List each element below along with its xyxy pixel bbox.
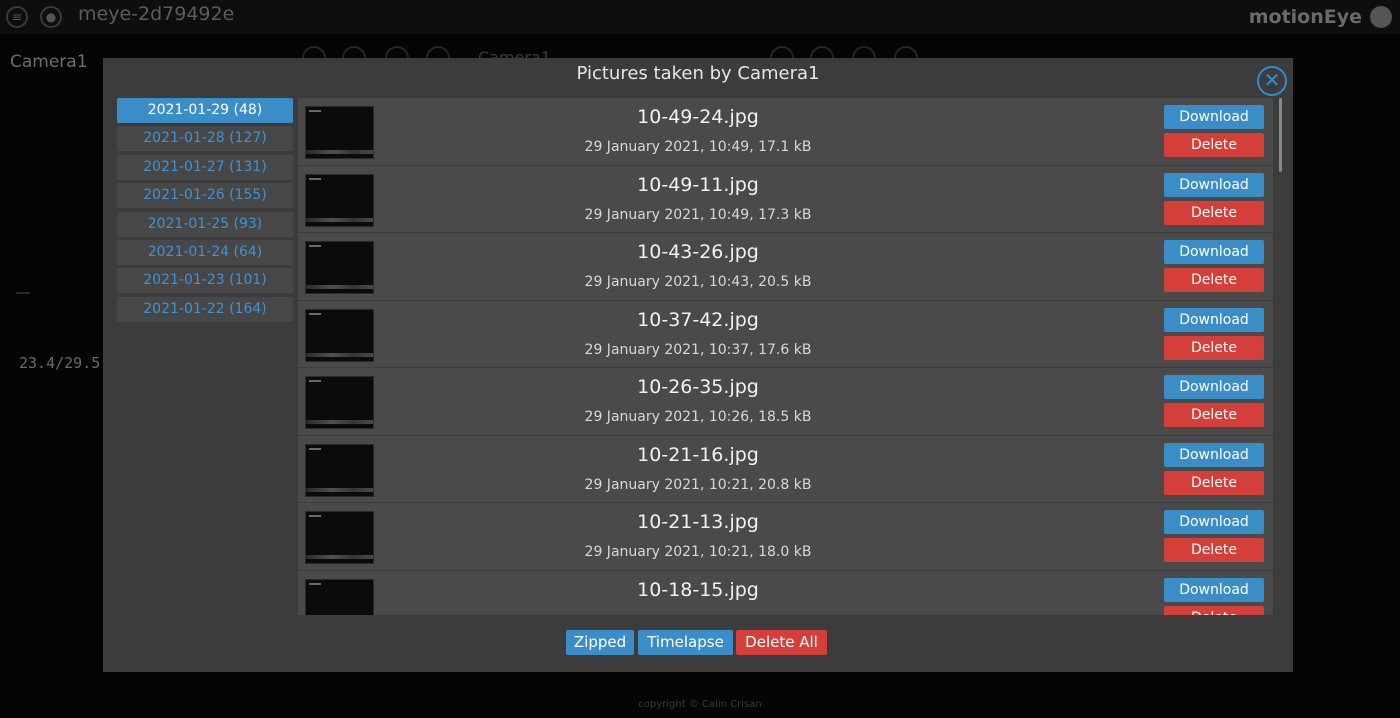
date-item[interactable]: 2021-01-23 (101) <box>117 268 293 294</box>
menu-icon[interactable]: ≡ <box>6 6 28 28</box>
app-root: ≡ ● meye-2d79492e motionEye Camera1 Came… <box>0 0 1400 718</box>
delete-button[interactable]: Delete <box>1164 538 1264 562</box>
date-item[interactable]: 2021-01-26 (155) <box>117 183 293 209</box>
download-button[interactable]: Download <box>1164 240 1264 264</box>
sensor-reading: 23.4/29.5 <box>19 354 101 372</box>
date-item[interactable]: 2021-01-29 (48) <box>117 98 293 123</box>
picture-row: 10-21-13.jpg 29 January 2021, 10:21, 18.… <box>298 503 1273 571</box>
picture-row: 10-21-16.jpg 29 January 2021, 10:21, 20.… <box>298 435 1273 503</box>
delete-all-button[interactable]: Delete All <box>736 630 827 655</box>
delete-button[interactable]: Delete <box>1164 605 1264 615</box>
timelapse-button[interactable]: Timelapse <box>638 630 733 655</box>
picture-name: 10-49-24.jpg <box>637 106 759 128</box>
user-icon[interactable]: ● <box>40 6 62 28</box>
picture-info: 29 January 2021, 10:21, 20.8 kB <box>584 476 812 493</box>
picture-info: 29 January 2021, 10:37, 17.6 kB <box>584 341 812 358</box>
copyright: copyright © Calin Crisan <box>638 699 762 710</box>
date-item[interactable]: 2021-01-27 (131) <box>117 154 293 180</box>
download-button[interactable]: Download <box>1164 307 1264 332</box>
delete-button[interactable]: Delete <box>1164 335 1264 360</box>
zipped-button[interactable]: Zipped <box>566 630 634 655</box>
picture-info: 29 January 2021, 10:26, 18.5 kB <box>584 409 812 425</box>
picture-row: 10-18-15.jpg Download Delete <box>298 570 1273 615</box>
picture-list: 10-49-24.jpg 29 January 2021, 10:49, 17.… <box>298 98 1273 615</box>
picture-name: 10-18-15.jpg <box>637 578 759 601</box>
close-icon[interactable]: ✕ <box>1257 66 1287 96</box>
picture-row: 10-26-35.jpg 29 January 2021, 10:26, 18.… <box>298 368 1273 436</box>
date-item[interactable]: 2021-01-28 (127) <box>117 126 293 152</box>
delete-button[interactable]: Delete <box>1164 200 1264 225</box>
picture-row: 10-43-26.jpg 29 January 2021, 10:43, 20.… <box>298 233 1273 301</box>
brand-name: motionEye <box>1248 6 1362 28</box>
download-button[interactable]: Download <box>1164 172 1264 197</box>
delete-button[interactable]: Delete <box>1164 133 1264 157</box>
date-item[interactable]: 2021-01-22 (164) <box>117 296 293 322</box>
camera-frame-title: Camera1 <box>10 52 88 72</box>
download-button[interactable]: Download <box>1164 105 1264 129</box>
picture-row: 10-49-24.jpg 29 January 2021, 10:49, 17.… <box>298 98 1273 166</box>
delete-button[interactable]: Delete <box>1164 470 1264 495</box>
picture-name: 10-43-26.jpg <box>637 241 759 263</box>
motioneye-logo-icon <box>1370 6 1392 28</box>
download-button[interactable]: Download <box>1164 510 1264 534</box>
delete-button[interactable]: Delete <box>1164 268 1264 292</box>
picture-info: 29 January 2021, 10:43, 20.5 kB <box>584 274 812 290</box>
download-button[interactable]: Download <box>1164 442 1264 467</box>
modal-title: Pictures taken by Camera1 <box>576 63 820 84</box>
top-bar: ≡ ● meye-2d79492e motionEye <box>0 0 1400 34</box>
picture-info: 29 January 2021, 10:49, 17.1 kB <box>584 139 812 155</box>
picture-name: 10-49-11.jpg <box>637 173 759 196</box>
date-item[interactable]: 2021-01-24 (64) <box>117 239 293 265</box>
device-name: meye-2d79492e <box>78 3 235 25</box>
picture-name: 10-37-42.jpg <box>637 308 759 331</box>
download-button[interactable]: Download <box>1164 577 1264 602</box>
date-list: 2021-01-29 (48) 2021-01-28 (127) 2021-01… <box>117 98 293 325</box>
picture-name: 10-21-16.jpg <box>637 443 759 466</box>
date-item[interactable]: 2021-01-25 (93) <box>117 211 293 237</box>
picture-row: 10-49-11.jpg 29 January 2021, 10:49, 17.… <box>298 165 1273 233</box>
picture-row: 10-37-42.jpg 29 January 2021, 10:37, 17.… <box>298 300 1273 368</box>
delete-button[interactable]: Delete <box>1164 403 1264 427</box>
background-divider <box>16 292 30 294</box>
picture-name: 10-21-13.jpg <box>637 511 759 533</box>
pictures-modal: Pictures taken by Camera1 ✕ 2021-01-29 (… <box>103 58 1293 672</box>
picture-list-scrollbar[interactable] <box>1279 98 1282 172</box>
download-button[interactable]: Download <box>1164 375 1264 399</box>
picture-name: 10-26-35.jpg <box>637 376 759 398</box>
picture-info: 29 January 2021, 10:49, 17.3 kB <box>584 206 812 223</box>
picture-info: 29 January 2021, 10:21, 18.0 kB <box>584 544 812 560</box>
